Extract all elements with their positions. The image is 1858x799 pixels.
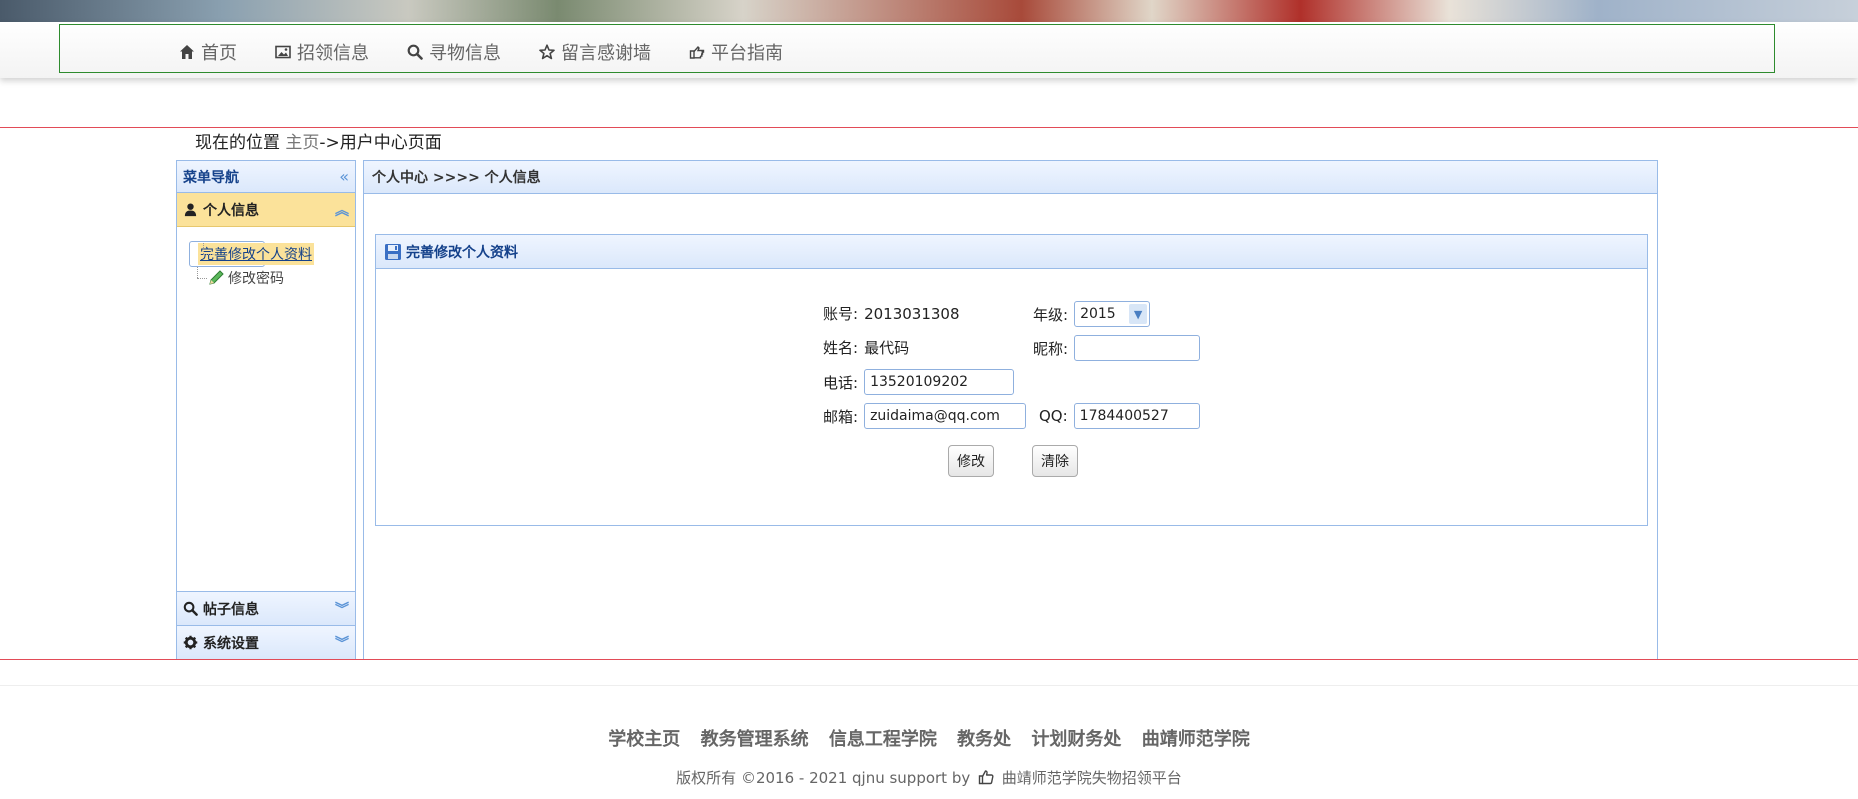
sidebar-item-change-password[interactable]: 修改密码 <box>189 267 355 289</box>
account-field: 账号: 2013031308 <box>823 303 960 324</box>
qq-field: QQ: <box>1039 403 1200 429</box>
footer-divider <box>0 685 1858 686</box>
nav-item-home[interactable]: 首页 <box>179 39 237 65</box>
top-navbar: 首页 招领信息 寻物信息 留言感谢墙 平台指南 <box>0 22 1858 78</box>
accordion-posts[interactable]: 帖子信息 ︾ <box>177 591 355 625</box>
chevron-up-icon: ︽ <box>335 202 349 219</box>
nav-item-guide[interactable]: 平台指南 <box>689 39 783 65</box>
footer-link[interactable]: 计划财务处 <box>1031 729 1121 750</box>
account-label: 账号: <box>823 305 859 323</box>
profile-form-panel: 完善修改个人资料 账号: 2013031308 年级: 2015 ▼ 姓名: 最… <box>375 234 1648 526</box>
accordion-settings[interactable]: 系统设置 ︾ <box>177 625 355 659</box>
name-field: 姓名: 最代码 <box>823 337 909 358</box>
header-banner-image <box>0 0 1858 22</box>
home-icon <box>179 44 195 60</box>
footer-link[interactable]: 学校主页 <box>608 729 680 750</box>
footer-link[interactable]: 教务管理系统 <box>701 729 809 750</box>
pencil-icon <box>209 270 224 285</box>
collapse-icon[interactable]: « <box>339 167 349 186</box>
search-icon <box>183 601 198 616</box>
modify-button[interactable]: 修改 <box>948 445 994 477</box>
grade-label: 年级: <box>1033 305 1069 324</box>
hand-pointing-icon <box>689 44 705 60</box>
name-value: 最代码 <box>864 339 910 357</box>
phone-label: 电话: <box>823 373 859 392</box>
form-panel-header: 完善修改个人资料 <box>376 235 1647 269</box>
sidebar-item-label: 修改密码 <box>228 271 284 287</box>
accordion-personal-info[interactable]: 个人信息 ︽ <box>177 193 355 227</box>
nav-item-found[interactable]: 招领信息 <box>275 39 369 65</box>
footer-link[interactable]: 教务处 <box>957 729 1011 750</box>
copyright-text: 版权所有 ©2016 - 2021 qjnu support by <box>676 769 971 787</box>
footer-link[interactable]: 曲靖师范学院 <box>1142 729 1250 750</box>
copyright: 版权所有 ©2016 - 2021 qjnu support by 曲靖师范学院… <box>0 767 1858 788</box>
nav-item-lost[interactable]: 寻物信息 <box>407 39 501 65</box>
thumbs-up-icon <box>978 770 994 785</box>
sidebar-tree: 完善修改个人资料 修改密码 <box>177 227 355 587</box>
footer-link[interactable]: 信息工程学院 <box>829 729 937 750</box>
nav-item-label: 招领信息 <box>297 43 369 64</box>
main-panel: 个人中心 >>>> 个人信息 完善修改个人资料 账号: 2013031308 年… <box>363 160 1658 660</box>
sidebar-item-edit-profile[interactable]: 完善修改个人资料 <box>189 241 314 267</box>
nickname-label: 昵称: <box>1033 339 1069 358</box>
breadcrumb: 现在的位置 主页->用户中心页面 <box>195 128 442 153</box>
chevron-down-icon: ︾ <box>335 635 349 652</box>
clear-button[interactable]: 清除 <box>1032 445 1078 477</box>
email-label: 邮箱: <box>823 407 859 426</box>
grade-selected-value: 2015 <box>1080 306 1116 322</box>
nav-container: 首页 招领信息 寻物信息 留言感谢墙 平台指南 <box>59 24 1775 73</box>
breadcrumb-current: ->用户中心页面 <box>319 133 442 153</box>
nav-item-label: 平台指南 <box>711 43 783 64</box>
chevron-down-icon: ︾ <box>335 601 349 618</box>
grade-field: 年级: 2015 ▼ <box>1033 301 1151 327</box>
sidebar-header: 菜单导航 « <box>177 161 355 193</box>
email-field: 邮箱: <box>823 403 1027 429</box>
qq-input[interactable] <box>1073 403 1200 429</box>
email-input[interactable] <box>864 403 1027 429</box>
divider-line <box>0 659 1858 660</box>
accordion-label: 帖子信息 <box>203 601 259 618</box>
user-icon <box>184 203 197 217</box>
main-panel-title: 个人中心 >>>> 个人信息 <box>364 161 1657 194</box>
nav-item-label: 首页 <box>201 43 237 64</box>
picture-icon <box>275 44 291 60</box>
nickname-input[interactable] <box>1074 335 1201 361</box>
sidebar-item-label: 完善修改个人资料 <box>198 243 314 265</box>
gear-icon <box>183 635 198 650</box>
star-icon <box>539 44 555 60</box>
accordion-label: 系统设置 <box>203 635 259 652</box>
search-icon <box>407 44 423 60</box>
phone-field: 电话: <box>823 369 1015 395</box>
breadcrumb-home-link[interactable]: 主页 <box>285 133 319 153</box>
nav-item-label: 寻物信息 <box>429 43 501 64</box>
nickname-field: 昵称: <box>1033 335 1201 361</box>
phone-input[interactable] <box>864 369 1015 395</box>
breadcrumb-prefix: 现在的位置 <box>195 133 280 153</box>
nav-item-thanks-wall[interactable]: 留言感谢墙 <box>539 39 651 65</box>
chevron-down-icon: ▼ <box>1129 304 1148 324</box>
nav-item-label: 留言感谢墙 <box>561 43 651 64</box>
copyright-site-name: 曲靖师范学院失物招领平台 <box>1001 769 1182 787</box>
save-disk-icon <box>385 243 401 260</box>
form-panel-title: 完善修改个人资料 <box>406 244 518 261</box>
sidebar-title: 菜单导航 <box>183 169 239 186</box>
footer-links: 学校主页 教务管理系统 信息工程学院 教务处 计划财务处 曲靖师范学院 <box>0 725 1858 751</box>
account-value: 2013031308 <box>864 304 960 323</box>
qq-label: QQ: <box>1039 407 1068 425</box>
accordion-label: 个人信息 <box>203 202 259 219</box>
grade-select[interactable]: 2015 ▼ <box>1074 301 1151 327</box>
name-label: 姓名: <box>823 339 859 357</box>
sidebar-panel: 菜单导航 « 个人信息 ︽ 完善修改个人资料 修改密码 帖子信息 ︾ 系统设置 … <box>176 160 356 660</box>
